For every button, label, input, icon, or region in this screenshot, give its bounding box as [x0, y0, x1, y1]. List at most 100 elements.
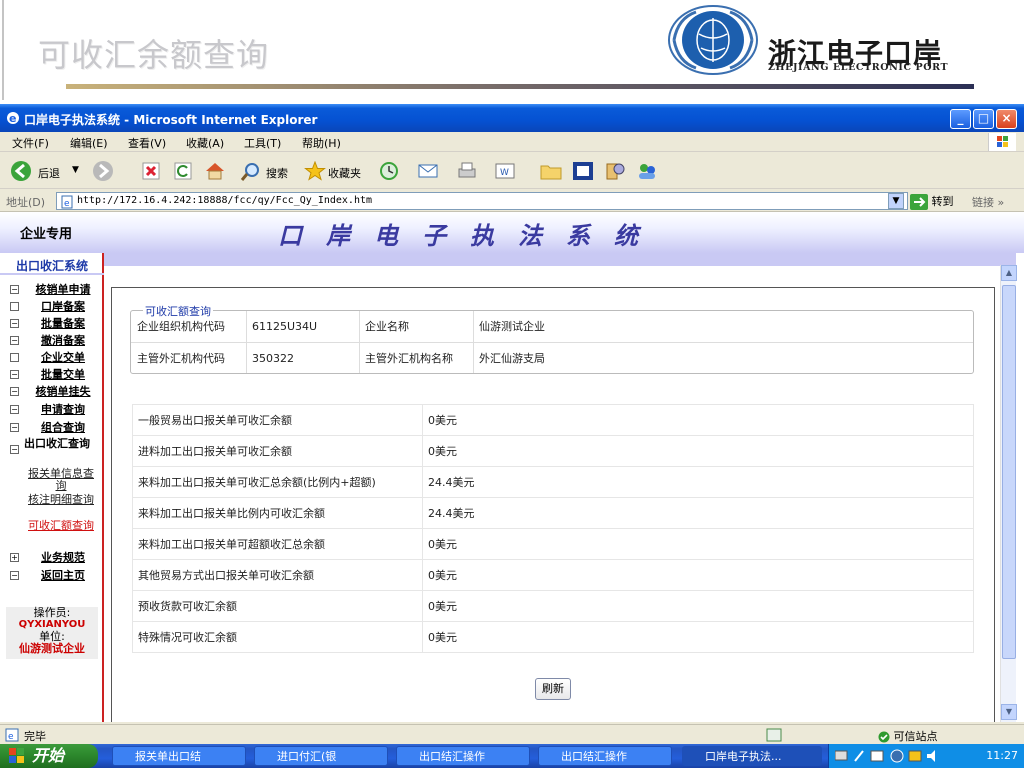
- taskbar-item[interactable]: 进口付汇(银: [254, 746, 388, 766]
- corp-only-label: 企业专用: [20, 227, 73, 242]
- menu-view[interactable]: 查看(V): [128, 135, 166, 151]
- back-label[interactable]: 后退: [38, 165, 60, 181]
- search-label[interactable]: 搜索: [266, 165, 288, 181]
- title-bar[interactable]: e 口岸电子执法系统 - Microsoft Internet Explorer…: [0, 104, 1024, 132]
- svg-text:e: e: [8, 732, 14, 742]
- expand-icon[interactable]: −: [10, 571, 19, 580]
- fieldset-legend: 可收汇额查询: [143, 303, 213, 319]
- forward-icon[interactable]: [92, 160, 114, 182]
- expand-icon[interactable]: −: [10, 336, 19, 345]
- nav-label[interactable]: 批量备案: [24, 317, 102, 330]
- nav-label[interactable]: 申请查询: [24, 403, 102, 416]
- taskbar-item[interactable]: 出口结汇操作: [396, 746, 530, 766]
- windows-flag-icon: [988, 133, 1016, 151]
- address-input[interactable]: http://172.16.4.242:18888/fcc/qy/Fcc_Qy_…: [56, 192, 908, 210]
- forex-name-label: 主管外汇机构名称: [365, 352, 453, 365]
- mail-icon[interactable]: [418, 161, 440, 181]
- menu-favorites[interactable]: 收藏(A): [186, 135, 224, 151]
- menu-help[interactable]: 帮助(H): [302, 135, 341, 151]
- nav-label[interactable]: 业务规范: [24, 551, 102, 564]
- print-icon[interactable]: [456, 161, 478, 181]
- stop-icon[interactable]: [142, 162, 160, 180]
- folder-icon[interactable]: [540, 161, 562, 181]
- amount-label: 一般贸易出口报关单可收汇余额: [132, 404, 423, 436]
- expand-icon[interactable]: [10, 353, 19, 362]
- research-icon[interactable]: [604, 161, 626, 181]
- messenger-icon[interactable]: [572, 161, 594, 181]
- expand-icon[interactable]: [10, 302, 19, 311]
- expand-icon[interactable]: −: [10, 319, 19, 328]
- page-icon: e: [61, 195, 73, 209]
- scroll-up-icon[interactable]: ▲: [1001, 265, 1017, 281]
- go-button[interactable]: 转到: [910, 193, 954, 210]
- page-header: 企业专用 口岸电子执法系统: [0, 212, 1024, 253]
- table-row: 来料加工出口报关单可收汇总余额(比例内+超额) 24.4美元: [132, 466, 974, 498]
- start-button[interactable]: 开始: [0, 744, 98, 768]
- contacts-icon[interactable]: [636, 161, 658, 181]
- tray-icons[interactable]: [835, 749, 945, 763]
- links-button[interactable]: 链接 »: [972, 194, 1004, 210]
- address-dropdown-icon[interactable]: ▼: [888, 193, 904, 209]
- amount-value: 24.4美元: [422, 466, 974, 498]
- check-icon: [878, 731, 890, 743]
- taskbar-item[interactable]: 报关单出口结: [112, 746, 246, 766]
- links-label: 链接: [972, 196, 994, 209]
- expand-icon[interactable]: −: [10, 285, 19, 294]
- subnav-verify-detail[interactable]: 核注明细查询: [24, 494, 98, 506]
- amount-value: 0美元: [422, 559, 974, 591]
- scroll-down-icon[interactable]: ▼: [1001, 704, 1017, 720]
- edit-icon[interactable]: W: [494, 161, 516, 181]
- refresh-button[interactable]: 刷新: [535, 678, 571, 700]
- menu-edit[interactable]: 编辑(E): [70, 135, 108, 151]
- refresh-icon[interactable]: [174, 162, 192, 180]
- expand-icon[interactable]: −: [10, 387, 19, 396]
- expand-icon[interactable]: −: [10, 423, 19, 432]
- expand-icon[interactable]: −: [10, 445, 19, 454]
- favorites-label[interactable]: 收藏夹: [328, 165, 361, 181]
- address-bar: 地址(D) http://172.16.4.242:18888/fcc/qy/F…: [0, 190, 1024, 212]
- menu-tools[interactable]: 工具(T): [244, 135, 281, 151]
- table-row: 来料加工出口报关单比例内可收汇余额 24.4美元: [132, 497, 974, 529]
- amount-label: 来料加工出口报关单可超额收汇总余额: [132, 528, 423, 560]
- company-label: 企业名称: [365, 320, 409, 333]
- menu-file[interactable]: 文件(F): [12, 135, 49, 151]
- taskbar-item[interactable]: 出口结汇操作: [538, 746, 672, 766]
- maximize-button[interactable]: □: [973, 109, 994, 129]
- favorites-star-icon[interactable]: [304, 161, 326, 181]
- subnav-customs-info[interactable]: 报关单信息查询: [24, 468, 98, 492]
- history-icon[interactable]: [378, 161, 400, 181]
- start-label: 开始: [32, 746, 65, 765]
- address-label: 地址(D): [6, 196, 46, 209]
- subnav-receivable-amount[interactable]: 可收汇额查询: [24, 520, 98, 532]
- nav-label[interactable]: 口岸备案: [24, 300, 102, 313]
- nav-label[interactable]: 组合查询: [24, 421, 102, 434]
- menu-bar: 文件(F) 编辑(E) 查看(V) 收藏(A) 工具(T) 帮助(H): [0, 132, 1024, 152]
- close-button[interactable]: ×: [996, 109, 1017, 129]
- amount-label: 其他贸易方式出口报关单可收汇余额: [132, 559, 423, 591]
- nav-label[interactable]: 返回主页: [24, 569, 102, 582]
- nav-label[interactable]: 核销单挂失: [24, 385, 102, 398]
- back-dropdown-icon[interactable]: ▼: [72, 165, 79, 175]
- expand-icon[interactable]: −: [10, 370, 19, 379]
- nav-label[interactable]: 撤消备案: [24, 334, 102, 347]
- nav-label[interactable]: 出口收汇查询: [24, 437, 90, 450]
- nav-label[interactable]: 企业交单: [24, 351, 102, 364]
- expand-icon[interactable]: −: [10, 405, 19, 414]
- nav-label[interactable]: 批量交单: [24, 368, 102, 381]
- scroll-thumb[interactable]: [1002, 285, 1016, 659]
- toolbar: 后退 ▼ 搜索 收藏夹 W: [0, 153, 1024, 189]
- home-icon[interactable]: [204, 162, 226, 180]
- expand-icon[interactable]: +: [10, 553, 19, 562]
- minimize-button[interactable]: _: [950, 109, 971, 129]
- search-icon[interactable]: [240, 162, 262, 182]
- svg-text:e: e: [9, 112, 16, 125]
- taskbar-item-active[interactable]: 口岸电子执法...: [682, 746, 822, 766]
- trusted-zone: 可信站点: [878, 728, 938, 744]
- amount-label: 预收货款可收汇余额: [132, 590, 423, 622]
- vertical-scrollbar[interactable]: ▲ ▼: [1000, 265, 1017, 722]
- svg-text:e: e: [64, 199, 70, 209]
- slide-divider: [2, 0, 4, 100]
- svg-text:W: W: [500, 168, 509, 178]
- nav-label[interactable]: 核销单申请: [24, 283, 102, 296]
- back-icon[interactable]: [10, 160, 32, 182]
